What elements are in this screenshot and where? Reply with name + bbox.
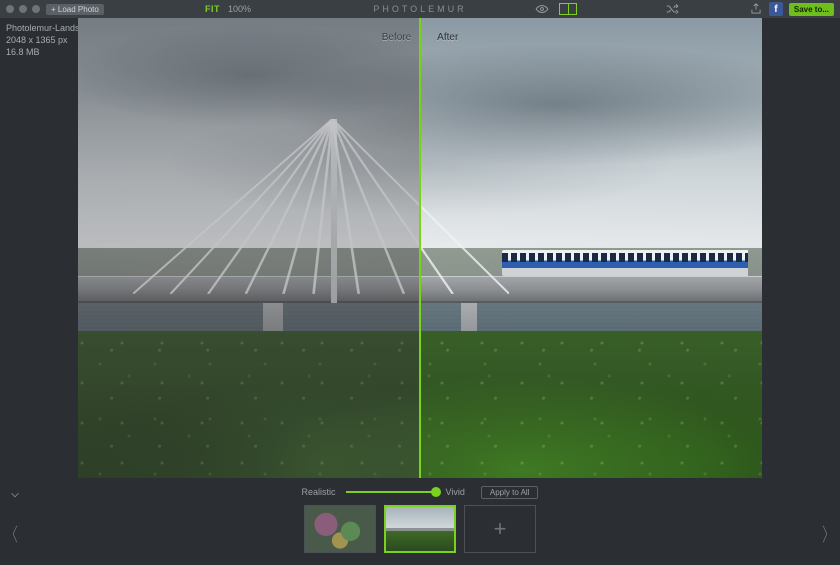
thumbnail-item-selected[interactable] bbox=[384, 505, 456, 553]
thumbnail-item[interactable] bbox=[304, 505, 376, 553]
intensity-controls: Realistic Vivid Apply to All bbox=[0, 484, 840, 500]
add-photo-button[interactable]: + bbox=[464, 505, 536, 553]
after-label: After bbox=[437, 32, 458, 43]
facebook-icon[interactable]: f bbox=[769, 2, 783, 16]
intensity-slider[interactable] bbox=[346, 491, 436, 493]
compare-split-icon[interactable] bbox=[559, 3, 577, 15]
fit-button[interactable]: FIT bbox=[205, 4, 220, 14]
eye-icon[interactable] bbox=[535, 2, 549, 16]
before-half-overlay bbox=[78, 18, 420, 478]
slider-left-label: Realistic bbox=[302, 487, 336, 497]
window-controls[interactable] bbox=[6, 5, 40, 13]
zoom-controls: FIT 100% bbox=[205, 4, 251, 14]
save-button[interactable]: Save to... bbox=[789, 3, 834, 16]
apply-to-all-button[interactable]: Apply to All bbox=[481, 486, 539, 499]
plus-icon: + bbox=[494, 516, 507, 542]
thumb-prev-icon[interactable] bbox=[8, 520, 22, 548]
before-label: Before bbox=[382, 32, 411, 43]
thumbnail-strip: + bbox=[304, 505, 536, 553]
compare-divider[interactable] bbox=[419, 18, 421, 478]
slider-knob[interactable] bbox=[431, 487, 441, 497]
thumb-next-icon[interactable] bbox=[818, 520, 832, 548]
shuffle-icon[interactable] bbox=[665, 2, 679, 16]
slider-right-label: Vivid bbox=[446, 487, 465, 497]
title-bar: + Load Photo FIT 100% PHOTOLEMUR f Save … bbox=[0, 0, 840, 18]
close-dot-icon[interactable] bbox=[6, 5, 14, 13]
zoom-dot-icon[interactable] bbox=[32, 5, 40, 13]
share-icon[interactable] bbox=[749, 2, 763, 16]
app-brand: PHOTOLEMUR bbox=[373, 4, 466, 14]
zoom-level[interactable]: 100% bbox=[228, 4, 251, 14]
minimize-dot-icon[interactable] bbox=[19, 5, 27, 13]
load-photo-button[interactable]: + Load Photo bbox=[46, 4, 104, 15]
photo-viewer[interactable]: Before After bbox=[78, 18, 762, 478]
